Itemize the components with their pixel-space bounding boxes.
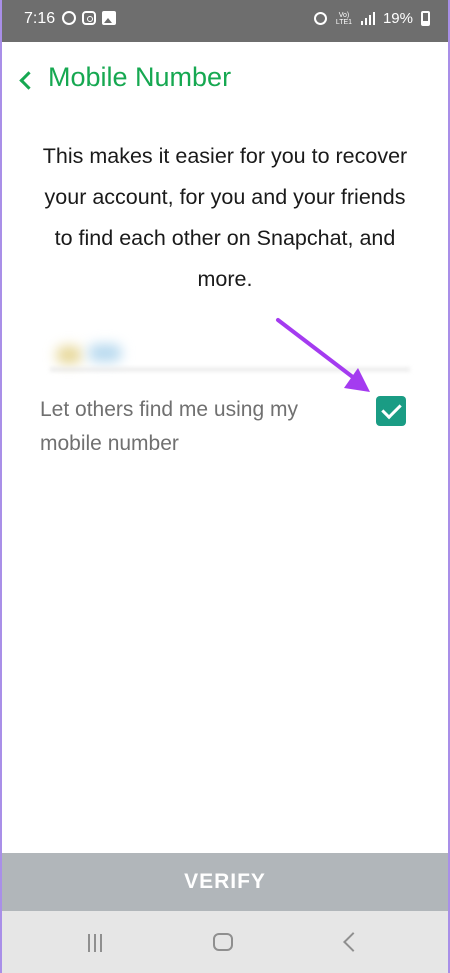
find-me-setting-label: Let others find me using my mobile numbe… bbox=[40, 398, 298, 455]
chevron-left-icon[interactable] bbox=[16, 68, 42, 94]
whatsapp-icon bbox=[62, 11, 76, 25]
signal-icon bbox=[360, 12, 375, 25]
instagram-icon bbox=[82, 11, 96, 25]
battery-icon bbox=[421, 11, 430, 26]
system-icons: Vo) LTE1 19% bbox=[313, 10, 430, 27]
arrow-icon bbox=[276, 318, 370, 392]
page-title: Mobile Number bbox=[48, 62, 232, 92]
home-icon[interactable] bbox=[213, 933, 233, 951]
find-me-checkbox[interactable] bbox=[376, 396, 406, 426]
header: Mobile Number bbox=[0, 56, 450, 100]
gallery-icon bbox=[102, 11, 116, 25]
status-bar: 7:16 Vo) LTE1 19% bbox=[0, 0, 450, 42]
back-icon[interactable] bbox=[343, 932, 363, 952]
blurred-country-flag bbox=[56, 346, 82, 364]
volte-icon: Vo) LTE1 bbox=[335, 11, 353, 26]
notification-icons bbox=[62, 11, 116, 25]
checkmark-icon bbox=[381, 398, 402, 420]
status-time: 7:16 bbox=[24, 10, 56, 27]
description-text: This makes it easier for you to recover … bbox=[42, 144, 408, 291]
recent-apps-icon[interactable] bbox=[88, 934, 108, 952]
verify-button[interactable]: VERIFY bbox=[0, 853, 450, 911]
alarm-icon bbox=[313, 12, 327, 25]
blurred-country-code bbox=[88, 344, 122, 362]
navigation-bar bbox=[0, 911, 450, 973]
find-me-setting-row[interactable]: Let others find me using my mobile numbe… bbox=[40, 393, 420, 463]
battery-percent: 19% bbox=[382, 10, 413, 27]
